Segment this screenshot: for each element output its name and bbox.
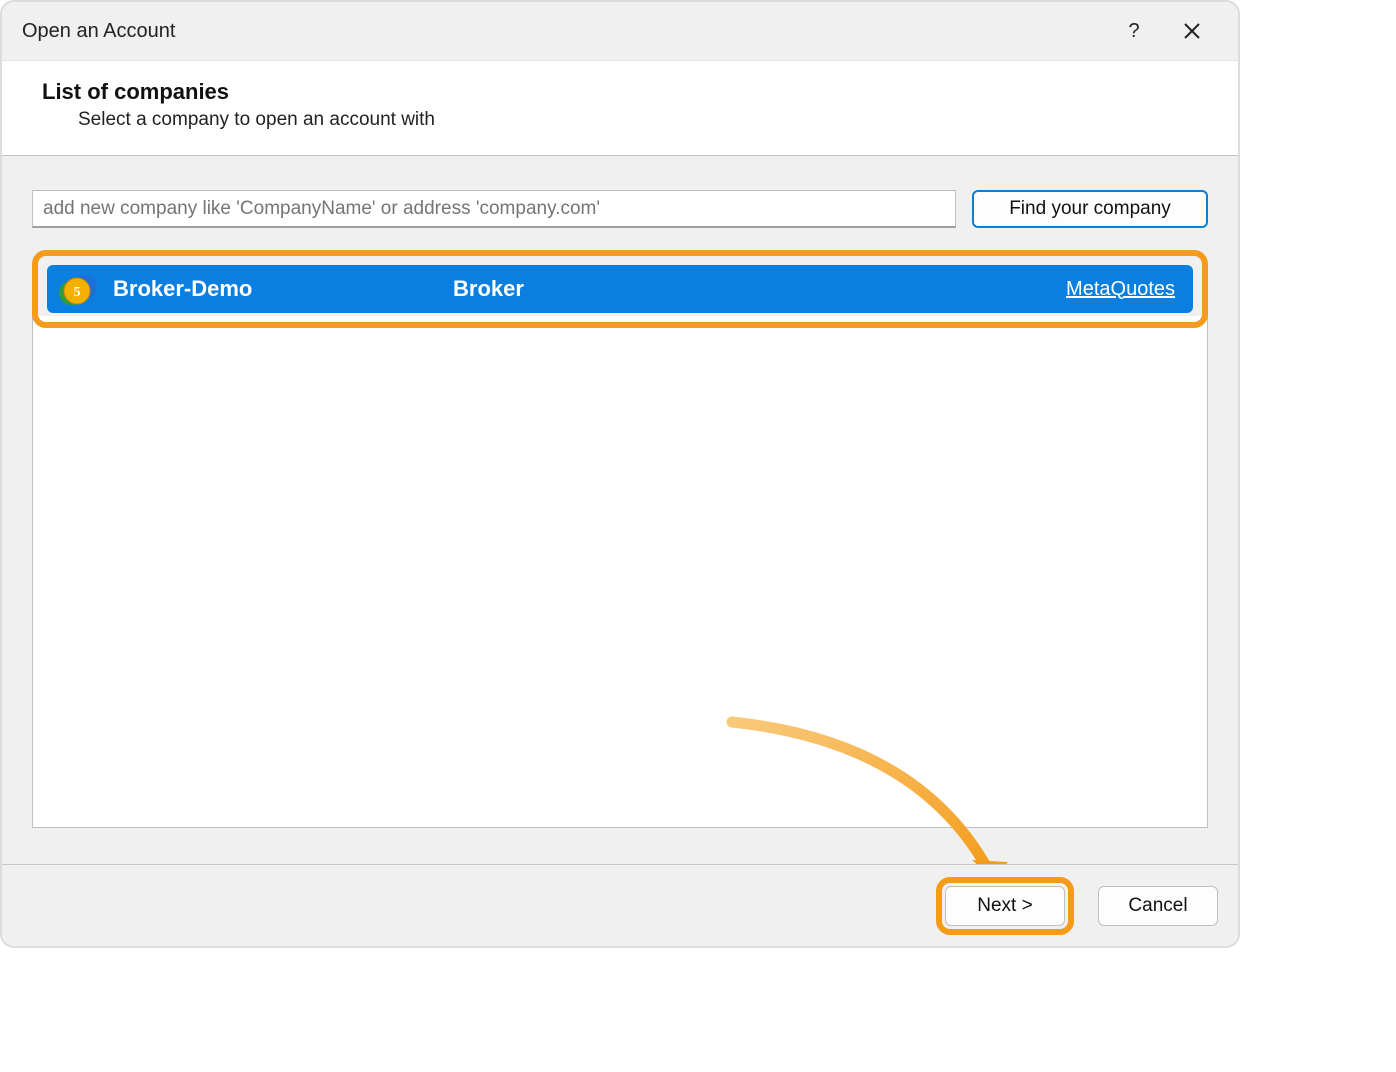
search-row: Find your company: [32, 190, 1208, 228]
company-row-name: Broker-Demo: [113, 276, 453, 302]
company-search-input[interactable]: [32, 190, 956, 228]
company-row-link[interactable]: MetaQuotes: [1066, 278, 1175, 301]
company-list: 5 Broker-Demo Broker MetaQuotes: [32, 250, 1208, 828]
next-button[interactable]: Next >: [945, 886, 1065, 926]
help-button[interactable]: ?: [1108, 11, 1160, 51]
dialog-title: Open an Account: [22, 20, 1102, 43]
company-list-panel: [32, 316, 1208, 828]
dialog-body: Find your company 5 B: [2, 156, 1238, 840]
svg-text:5: 5: [74, 285, 81, 300]
close-icon: [1183, 22, 1201, 40]
help-icon: ?: [1128, 20, 1139, 43]
annotation-next-highlight: Next >: [936, 877, 1074, 935]
company-row[interactable]: 5 Broker-Demo Broker MetaQuotes: [47, 265, 1193, 313]
find-company-button[interactable]: Find your company: [972, 190, 1208, 228]
open-account-dialog: Open an Account ? List of companies Sele…: [0, 0, 1240, 948]
annotation-row-highlight: 5 Broker-Demo Broker MetaQuotes: [32, 250, 1208, 328]
close-button[interactable]: [1166, 11, 1218, 51]
titlebar: Open an Account ?: [2, 2, 1238, 60]
company-row-company: Broker: [453, 276, 1066, 302]
dialog-footer: Next > Cancel: [2, 864, 1238, 946]
header-subheading: Select a company to open an account with: [78, 109, 1198, 131]
dialog-header: List of companies Select a company to op…: [2, 60, 1238, 156]
cancel-button[interactable]: Cancel: [1098, 886, 1218, 926]
metaquotes-icon: 5: [55, 267, 99, 311]
header-heading: List of companies: [42, 79, 1198, 105]
